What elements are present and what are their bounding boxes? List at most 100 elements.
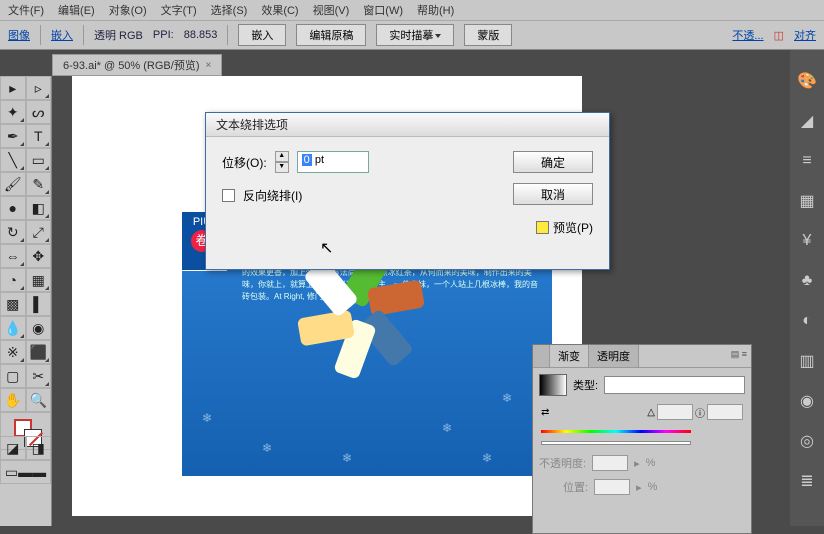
snowflake-icon: ❄ bbox=[442, 421, 452, 435]
color-panel-icon[interactable]: 🎨 bbox=[796, 70, 818, 92]
embed-button[interactable]: 嵌入 bbox=[238, 24, 286, 46]
panel-tabs: 渐变 透明度 bbox=[533, 345, 751, 368]
menu-object[interactable]: 对象(O) bbox=[109, 2, 147, 18]
align-link[interactable]: 对齐 bbox=[794, 27, 816, 43]
mask-button[interactable]: 蒙版 bbox=[464, 24, 512, 46]
menu-help[interactable]: 帮助(H) bbox=[417, 2, 454, 18]
live-trace-button[interactable]: 实时描摹 bbox=[376, 24, 454, 46]
gradient-swatch[interactable] bbox=[539, 374, 567, 396]
reverse-icon[interactable]: ⇄ bbox=[541, 407, 549, 418]
magic-wand-tool[interactable]: ✦ bbox=[0, 100, 26, 124]
eyedropper-tool[interactable]: 💧 bbox=[0, 316, 26, 340]
perspective-tool[interactable]: ▦ bbox=[26, 268, 52, 292]
tab-color[interactable] bbox=[533, 345, 550, 367]
snowflake-icon: ❄ bbox=[202, 411, 212, 425]
blob-brush-tool[interactable]: ● bbox=[0, 196, 26, 220]
width-tool[interactable]: ⇔ bbox=[0, 244, 26, 268]
menu-view[interactable]: 视图(V) bbox=[313, 2, 350, 18]
opacity-link[interactable]: 不透... bbox=[732, 27, 763, 43]
transparency-icon[interactable]: ◐ bbox=[796, 310, 818, 332]
line-tool[interactable]: ╲ bbox=[0, 148, 26, 172]
pencil-tool[interactable]: ✎ bbox=[26, 172, 52, 196]
image-link[interactable]: 图像 bbox=[8, 27, 30, 43]
step-down-icon[interactable]: ▼ bbox=[275, 162, 289, 173]
edit-original-button[interactable]: 编辑原稿 bbox=[296, 24, 366, 46]
angle-input[interactable] bbox=[657, 404, 693, 420]
hue-slider[interactable] bbox=[541, 430, 691, 433]
cancel-button[interactable]: 取消 bbox=[513, 183, 593, 205]
stop-location-input bbox=[594, 479, 630, 495]
draw-mode-icon[interactable]: ◨ bbox=[26, 436, 52, 460]
panel-menu-icon[interactable]: ▤ ≡ bbox=[731, 349, 747, 360]
offset-input[interactable]: 0 pt bbox=[297, 151, 369, 173]
separator bbox=[40, 25, 41, 45]
menu-window[interactable]: 窗口(W) bbox=[363, 2, 403, 18]
document-tab[interactable]: 6-93.ai* @ 50% (RGB/预览) × bbox=[52, 54, 222, 76]
location-label: 位置: bbox=[563, 479, 588, 495]
document-tabbar: 6-93.ai* @ 50% (RGB/预览) × bbox=[52, 54, 222, 76]
appearance-icon[interactable]: ◉ bbox=[796, 390, 818, 412]
rectangle-tool[interactable]: ▭ bbox=[26, 148, 52, 172]
snowflake-icon: ❄ bbox=[342, 451, 352, 465]
free-transform-tool[interactable]: ✥ bbox=[26, 244, 52, 268]
stroke-panel-icon[interactable]: ≡ bbox=[796, 150, 818, 172]
blend-tool[interactable]: ◉ bbox=[26, 316, 52, 340]
type-tool[interactable]: T bbox=[26, 124, 52, 148]
toolbox: ▸ ▹ ✦ ᔕ ✒ T ╲ ▭ 🖌 ✎ ● ◧ ↻ ⤢ ⇔ ✥ ◔ ▦ ▩ ▌ … bbox=[0, 76, 52, 526]
hand-tool[interactable]: ✋ bbox=[0, 388, 26, 412]
tab-gradient[interactable]: 渐变 bbox=[550, 345, 589, 367]
offset-label: 位移(O): bbox=[222, 154, 267, 171]
dialog-titlebar[interactable]: 文本绕排选项 bbox=[206, 113, 609, 137]
gradient-ramp[interactable] bbox=[541, 441, 691, 445]
aspect-input[interactable] bbox=[707, 404, 743, 420]
menu-select[interactable]: 选择(S) bbox=[211, 2, 248, 18]
color-mode-label: 透明 RGB bbox=[94, 27, 143, 43]
menu-text[interactable]: 文字(T) bbox=[161, 2, 197, 18]
ok-button[interactable]: 确定 bbox=[513, 151, 593, 173]
graph-tool[interactable]: ⬛ bbox=[26, 340, 52, 364]
color-mode-icon[interactable]: ◪ bbox=[0, 436, 26, 460]
artboard-tool[interactable]: ▢ bbox=[0, 364, 26, 388]
close-icon[interactable]: × bbox=[206, 60, 212, 71]
offset-stepper[interactable]: ▲ ▼ bbox=[275, 151, 289, 173]
mesh-tool[interactable]: ▩ bbox=[0, 292, 26, 316]
text-wrap-options-dialog: 文本绕排选项 位移(O): ▲ ▼ 0 pt 反向绕排(I) bbox=[205, 112, 610, 270]
symbol-sprayer-tool[interactable]: ※ bbox=[0, 340, 26, 364]
tab-transparency[interactable]: 透明度 bbox=[589, 345, 639, 367]
eraser-tool[interactable]: ◧ bbox=[26, 196, 52, 220]
rotate-tool[interactable]: ↻ bbox=[0, 220, 26, 244]
color-guide-icon[interactable]: ◢ bbox=[796, 110, 818, 132]
gradient-tool[interactable]: ▌ bbox=[26, 292, 52, 316]
layers-panel-icon[interactable]: ≣ bbox=[796, 470, 818, 492]
preview-checkbox[interactable] bbox=[536, 221, 549, 234]
embed-link[interactable]: 嵌入 bbox=[51, 27, 73, 43]
slice-tool[interactable]: ✂ bbox=[26, 364, 52, 388]
gradient-type-select[interactable] bbox=[604, 376, 745, 394]
opacity-label: 不透明度: bbox=[539, 455, 586, 471]
shape-builder-tool[interactable]: ◔ bbox=[0, 268, 26, 292]
menu-file[interactable]: 文件(F) bbox=[8, 2, 44, 18]
menu-effect[interactable]: 效果(C) bbox=[261, 2, 298, 18]
symbols-panel-icon[interactable]: ♣ bbox=[796, 270, 818, 292]
screen-mode-icon[interactable]: ▭▬▬ bbox=[0, 460, 51, 484]
gradient-icon[interactable]: ▥ bbox=[796, 350, 818, 372]
menu-edit[interactable]: 编辑(E) bbox=[58, 2, 95, 18]
direct-selection-tool[interactable]: ▹ bbox=[26, 76, 52, 100]
selection-tool[interactable]: ▸ bbox=[0, 76, 26, 100]
dialog-title: 文本绕排选项 bbox=[216, 116, 288, 133]
paintbrush-tool[interactable]: 🖌 bbox=[0, 172, 26, 196]
brushes-panel-icon[interactable]: ¥ bbox=[796, 230, 818, 252]
zoom-tool[interactable]: 🔍 bbox=[26, 388, 52, 412]
pen-tool[interactable]: ✒ bbox=[0, 124, 26, 148]
scale-tool[interactable]: ⤢ bbox=[26, 220, 52, 244]
stop-opacity-input bbox=[592, 455, 628, 471]
tab-label: 6-93.ai* @ 50% (RGB/预览) bbox=[63, 57, 200, 73]
align-icon[interactable]: ◫ bbox=[774, 29, 784, 42]
preview-label: 预览(P) bbox=[553, 219, 593, 236]
step-up-icon[interactable]: ▲ bbox=[275, 151, 289, 162]
right-dock: 🎨 ◢ ≡ ▦ ¥ ♣ ◐ ▥ ◉ ◎ ≣ bbox=[790, 50, 824, 526]
swatches-panel-icon[interactable]: ▦ bbox=[796, 190, 818, 212]
lasso-tool[interactable]: ᔕ bbox=[26, 100, 52, 124]
invert-wrap-checkbox[interactable] bbox=[222, 189, 235, 202]
graphic-styles-icon[interactable]: ◎ bbox=[796, 430, 818, 452]
